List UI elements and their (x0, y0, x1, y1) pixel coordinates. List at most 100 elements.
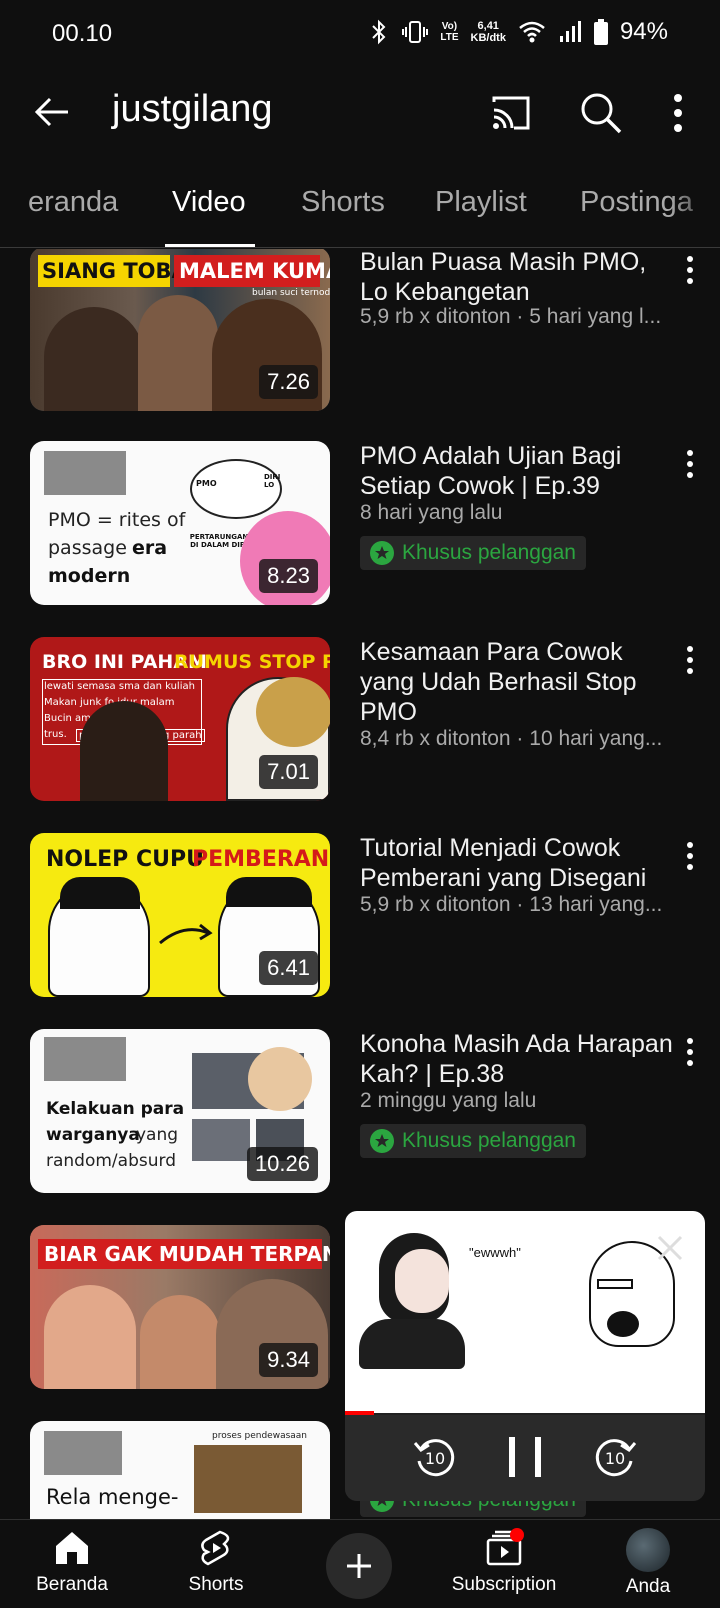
video-thumbnail[interactable]: proses pendewasaan Rela menge- (30, 1421, 330, 1519)
more-vert-icon[interactable] (678, 839, 702, 873)
video-duration: 6.41 (259, 951, 318, 985)
members-only-badge: Khusus pelanggan (360, 1124, 586, 1158)
video-duration: 7.26 (259, 365, 318, 399)
signal-icon (559, 21, 581, 42)
bluetooth-icon (372, 19, 386, 45)
video-thumbnail[interactable]: SIANG TOBAT MALEM KUMAT bulan suci terno… (30, 249, 330, 411)
video-art (359, 1319, 465, 1369)
video-item[interactable]: SIANG TOBAT MALEM KUMAT bulan suci terno… (0, 249, 720, 417)
shorts-icon (201, 1530, 230, 1566)
thumbnail-text: BIAR GAK MUDAH TERPANCING (44, 1242, 330, 1266)
more-vert-icon[interactable] (678, 447, 702, 481)
video-item[interactable]: Kelakuan para warganya yang random/absur… (0, 1029, 720, 1199)
status-bar: 00.10 Vo) LTE 6,41 KB/dtk 94% (0, 0, 720, 68)
thumbnail-art (80, 701, 168, 801)
status-icons: Vo) LTE 6,41 KB/dtk 94% (368, 18, 668, 46)
tabs-fade (670, 172, 720, 247)
thumbnail-art (44, 451, 126, 495)
video-meta: 5,9 rb x ditonton · 13 hari yang... (360, 893, 663, 916)
video-thumbnail[interactable]: NOLEP CUPU PEMBERANI 6.41 (30, 833, 330, 997)
thumbnail-text: trus. (44, 729, 67, 740)
video-meta: 8,4 rb x ditonton · 10 hari yang... (360, 727, 663, 750)
video-art (395, 1249, 449, 1313)
notification-dot (510, 1528, 524, 1542)
rewind-10-icon[interactable]: 10 (409, 1431, 461, 1483)
home-icon (56, 1532, 88, 1564)
plus-icon (347, 1554, 371, 1578)
forward-10-icon[interactable]: 10 (589, 1431, 641, 1483)
video-thumbnail[interactable]: BIAR GAK MUDAH TERPANCING 9.34 (30, 1225, 330, 1389)
cast-icon[interactable] (488, 90, 534, 136)
thumbnail-art (140, 1295, 220, 1389)
thumbnail-text: PMO = rites of (48, 509, 186, 531)
video-title[interactable]: Konoha Masih Ada Harapan Kah? | Ep.38 (360, 1029, 680, 1089)
more-vert-icon[interactable] (678, 253, 702, 287)
video-title[interactable]: Bulan Puasa Masih PMO, Lo Kebangetan (360, 249, 680, 307)
nav-shorts[interactable]: Shorts (156, 1528, 276, 1596)
thumbnail-text: passage (48, 537, 127, 559)
nav-label: Beranda (36, 1574, 108, 1595)
nav-label: Subscription (451, 1574, 557, 1595)
nav-you[interactable]: Anda (588, 1528, 708, 1598)
status-time: 00.10 (52, 20, 113, 47)
video-title[interactable]: PMO Adalah Ujian Bagi Setiap Cowok | Ep.… (360, 441, 680, 501)
active-tab-indicator (165, 244, 255, 247)
nav-label: Shorts (188, 1574, 244, 1595)
svg-text:10: 10 (605, 1449, 625, 1468)
video-duration: 8.23 (259, 559, 318, 593)
thumbnail-art (248, 1047, 312, 1111)
video-thumbnail[interactable]: PMO = rites of passage era modern PMO DI… (30, 441, 330, 605)
video-thumbnail[interactable]: Kelakuan para warganya yang random/absur… (30, 1029, 330, 1193)
channel-tabs: eranda Video Shorts Playlist Postinga (0, 172, 720, 248)
search-icon[interactable] (578, 90, 624, 136)
more-vert-icon[interactable] (660, 90, 696, 136)
pause-icon[interactable] (499, 1431, 551, 1483)
tab-video[interactable]: Video (172, 186, 246, 219)
tab-playlist[interactable]: Playlist (435, 186, 527, 219)
video-item[interactable]: PMO = rites of passage era modern PMO DI… (0, 441, 720, 611)
video-caption: "ewwwh" (469, 1245, 521, 1260)
thumbnail-art (44, 1037, 126, 1081)
video-title[interactable]: Tutorial Menjadi Cowok Pemberani yang Di… (360, 833, 680, 893)
video-item[interactable]: BRO INI PAHAM RUMUS STOP PMO lewati sema… (0, 637, 720, 807)
badge-label: Khusus pelanggan (402, 541, 576, 564)
badge-label: Khusus pelanggan (402, 1129, 576, 1152)
thumbnail-text: PMO (196, 479, 217, 488)
more-vert-icon[interactable] (678, 643, 702, 677)
battery-percent: 94% (619, 18, 668, 45)
thumbnail-text: DIRI LO (264, 473, 281, 489)
nav-subscriptions[interactable]: Subscription (444, 1528, 564, 1596)
thumbnail-art (44, 307, 144, 411)
close-icon[interactable] (653, 1231, 687, 1265)
video-meta: 5,9 rb x ditonton · 5 hari yang l... (360, 305, 662, 328)
arrow-left-icon[interactable] (30, 90, 74, 134)
tab-shorts[interactable]: Shorts (301, 186, 385, 219)
volte-indicator: Vo) LTE (440, 21, 459, 43)
video-thumbnail[interactable]: BRO INI PAHAM RUMUS STOP PMO lewati sema… (30, 637, 330, 801)
thumbnail-text: era (132, 537, 168, 559)
thumbnail-text: warganya (46, 1125, 140, 1145)
video-title[interactable]: Kesamaan Para Cowok yang Udah Berhasil S… (360, 637, 680, 727)
svg-text:10: 10 (425, 1449, 445, 1468)
thumbnail-art (138, 295, 218, 411)
channel-title: justgilang (112, 88, 273, 130)
thumbnail-text: MALEM KUMAT (179, 259, 330, 283)
nav-home[interactable]: Beranda (12, 1528, 132, 1596)
thumbnail-art (192, 1119, 250, 1161)
thumbnail-art (226, 877, 312, 907)
video-item[interactable]: NOLEP CUPU PEMBERANI 6.41 Tutorial Menja… (0, 833, 720, 1003)
star-badge-icon (370, 541, 394, 565)
thumbnail-text: proses pendewasaan (212, 1431, 308, 1441)
thumbnail-art (194, 1445, 302, 1513)
thumbnail-art (60, 877, 140, 909)
create-button[interactable] (326, 1533, 392, 1599)
mini-player-video[interactable]: "ewwwh" (345, 1211, 705, 1413)
thumbnail-art (190, 459, 282, 519)
bottom-nav: Beranda Shorts Subscription Anda (0, 1519, 720, 1608)
thumbnail-art (44, 1431, 122, 1475)
mini-player[interactable]: "ewwwh" 10 10 (345, 1211, 705, 1501)
video-meta: 8 hari yang lalu (360, 501, 503, 524)
tab-beranda[interactable]: eranda (28, 186, 118, 219)
more-vert-icon[interactable] (678, 1035, 702, 1069)
video-art (607, 1311, 639, 1337)
